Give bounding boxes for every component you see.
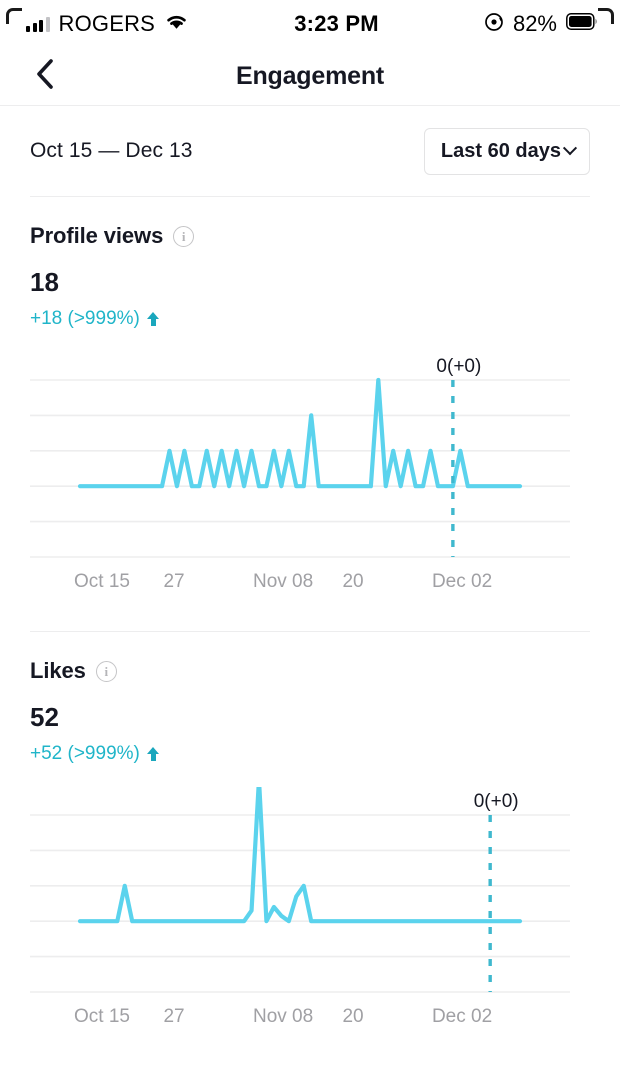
metric-block-likes: Likes i 52 +52 (>999%) (0, 632, 620, 765)
arrow-up-icon (146, 747, 160, 761)
range-selector-button[interactable]: Last 60 days (423, 127, 590, 175)
x-axis-tick-label: Dec 02 (431, 1006, 493, 1027)
page-title: Engagement (235, 62, 385, 90)
chart-likes-xaxis: Oct 15 27 Nov 08 20 Dec 02 (0, 1002, 620, 1036)
metric-delta-label: +52 (>999%) (30, 743, 140, 764)
metric-title: Profile views (30, 223, 164, 248)
metric-delta: +52 (>999%) (30, 743, 590, 765)
today-marker-label: 0(+0) (436, 356, 481, 377)
x-axis-tick-label: 27 (163, 571, 185, 592)
date-range-row: Oct 15 — Dec 13 Last 60 days (0, 106, 620, 196)
chart-profile-views-xaxis: Oct 15 27 Nov 08 20 Dec 02 (0, 567, 620, 601)
signal-bars-icon (26, 16, 50, 32)
back-button[interactable] (28, 58, 62, 95)
metric-value: 18 (30, 267, 59, 297)
battery-icon (566, 13, 598, 35)
chart-likes: 0(+0) Oct 15 27 Nov 08 20 Dec 02 (0, 787, 620, 1036)
status-bar-right: 82% (484, 11, 598, 37)
info-icon[interactable]: i (173, 225, 195, 247)
status-bar-center: 3:23 PM (294, 11, 379, 37)
today-marker-label: 0(+0) (474, 791, 519, 812)
x-axis-tick-label: Nov 08 (252, 571, 314, 592)
chevron-down-icon (562, 141, 578, 156)
clock-label: 3:23 PM (294, 11, 379, 36)
metric-header: Profile views i (30, 197, 590, 249)
screenshot-corner-mark-right (598, 8, 614, 24)
x-axis-tick-label: Nov 08 (252, 1006, 314, 1027)
rotation-lock-icon (484, 12, 504, 37)
chart-likes-svg: 0(+0) (30, 787, 570, 993)
chart-profile-views-svg: 0(+0) (30, 356, 570, 558)
chart-profile-views: 0(+0) Oct 15 27 Nov 08 20 Dec 02 (0, 352, 620, 601)
carrier-label: ROGERS (58, 11, 156, 36)
x-axis-tick-label: Oct 15 (74, 571, 130, 592)
screenshot-corner-mark-left (6, 8, 22, 24)
status-bar-left: ROGERS (26, 11, 189, 37)
metric-block-profile-views: Profile views i 18 +18 (>999%) (0, 197, 620, 330)
engagement-screen: ROGERS 3:23 PM 82% Engagement Oct 15 — D… (0, 0, 620, 1073)
nav-bar: Engagement (0, 48, 620, 106)
status-bar: ROGERS 3:23 PM 82% (0, 0, 620, 48)
x-axis-tick-label: 20 (342, 571, 364, 592)
metric-value: 52 (30, 702, 59, 732)
metric-title: Likes (30, 658, 86, 683)
x-axis-tick-label: 27 (163, 1006, 185, 1027)
date-range-label: Oct 15 — Dec 13 (30, 139, 193, 162)
x-axis-tick-label: Dec 02 (431, 571, 493, 592)
metric-delta: +18 (>999%) (30, 308, 590, 330)
battery-percent-label: 82% (512, 11, 557, 36)
metric-header: Likes i (30, 632, 590, 684)
x-axis-tick-label: 20 (342, 1006, 364, 1027)
arrow-up-icon (146, 312, 160, 326)
metric-delta-label: +18 (>999%) (30, 308, 140, 329)
chevron-left-icon (34, 58, 56, 95)
wifi-icon (164, 12, 189, 36)
chart-line (77, 787, 523, 924)
info-icon[interactable]: i (95, 660, 117, 682)
x-axis-tick-label: Oct 15 (74, 1006, 130, 1027)
range-selector-label: Last 60 days (440, 139, 561, 162)
